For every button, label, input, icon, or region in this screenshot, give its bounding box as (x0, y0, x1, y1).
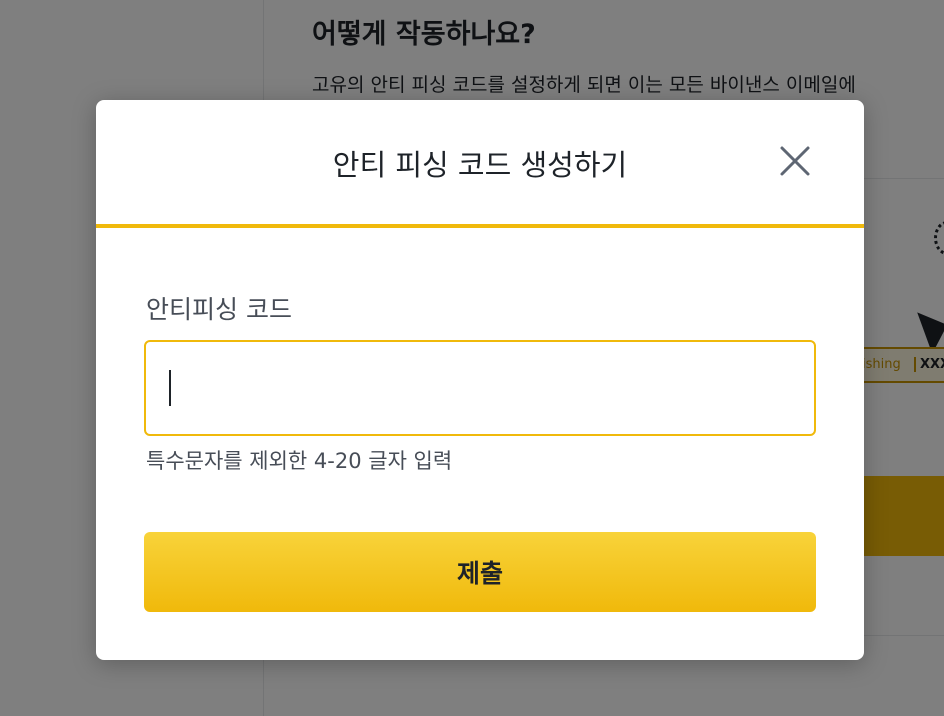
anti-phishing-code-input[interactable] (144, 340, 816, 436)
anti-phishing-modal: 안티 피싱 코드 생성하기 안티피싱 코드 특수문자를 제외한 4-20 글자 … (96, 100, 864, 660)
text-caret (169, 370, 171, 406)
close-icon (780, 146, 810, 176)
close-button[interactable] (778, 144, 812, 178)
modal-header: 안티 피싱 코드 생성하기 (96, 100, 864, 228)
helper-text: 특수문자를 제외한 4-20 글자 입력 (146, 449, 453, 473)
modal-title: 안티 피싱 코드 생성하기 (332, 148, 628, 182)
submit-button[interactable]: 제출 (144, 532, 816, 612)
anti-phishing-code-label: 안티피싱 코드 (146, 295, 292, 324)
